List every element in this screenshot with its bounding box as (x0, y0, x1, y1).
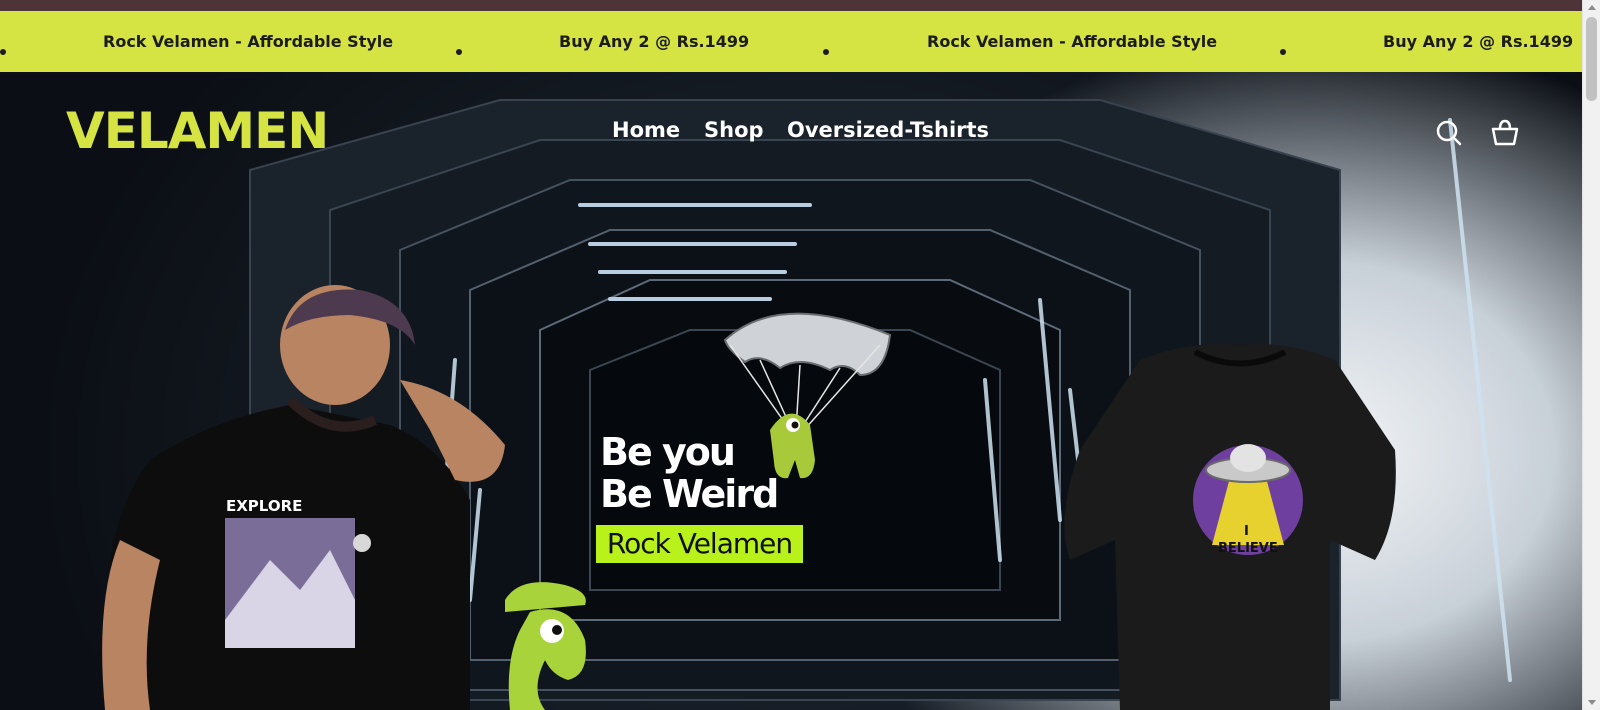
hero-banner: EXPLORE I BELIEVE Be you Be Weird Rock V… (0, 72, 1582, 710)
scroll-down-arrow[interactable] (1588, 700, 1596, 705)
hero-scene: EXPLORE I BELIEVE (102, 99, 1512, 710)
site-logo[interactable]: VELAMEN (66, 103, 329, 159)
nav-shop[interactable]: Shop (704, 118, 764, 142)
announcement-item: Buy Any 2 @ Rs.1499 (559, 32, 750, 51)
cart-icon[interactable] (1490, 118, 1520, 148)
scroll-up-arrow[interactable] (1588, 5, 1596, 10)
browser-top-strip (0, 0, 1582, 11)
product-shirt-text-2: BELIEVE (1218, 541, 1278, 556)
announcement-item: Rock Velamen - Affordable Style (103, 32, 394, 51)
product-shirt-text-1: I (1244, 524, 1249, 539)
separator-dot (1280, 49, 1286, 55)
page-scrollbar[interactable] (1582, 0, 1600, 710)
scroll-thumb[interactable] (1586, 17, 1597, 101)
separator-dot (456, 49, 462, 55)
separator-dot (823, 49, 829, 55)
hero-badge: Rock Velamen (596, 525, 803, 563)
search-icon[interactable] (1434, 118, 1464, 148)
hero-headline-line1: Be you (600, 430, 736, 474)
nav-home[interactable]: Home (612, 118, 680, 142)
model-shirt-text: EXPLORE (226, 497, 302, 515)
announcement-item: Buy Any 2 @ Rs.1499 (1383, 32, 1574, 51)
hero-badge-text: Rock Velamen (606, 527, 793, 560)
nav-oversized-tshirts[interactable]: Oversized-Tshirts (787, 118, 989, 142)
announcement-bar: Rock Velamen - Affordable Style Buy Any … (0, 11, 1582, 72)
hero-headline-line2: Be Weird (600, 472, 779, 516)
separator-dot (0, 49, 6, 55)
announcement-item: Rock Velamen - Affordable Style (927, 32, 1218, 51)
